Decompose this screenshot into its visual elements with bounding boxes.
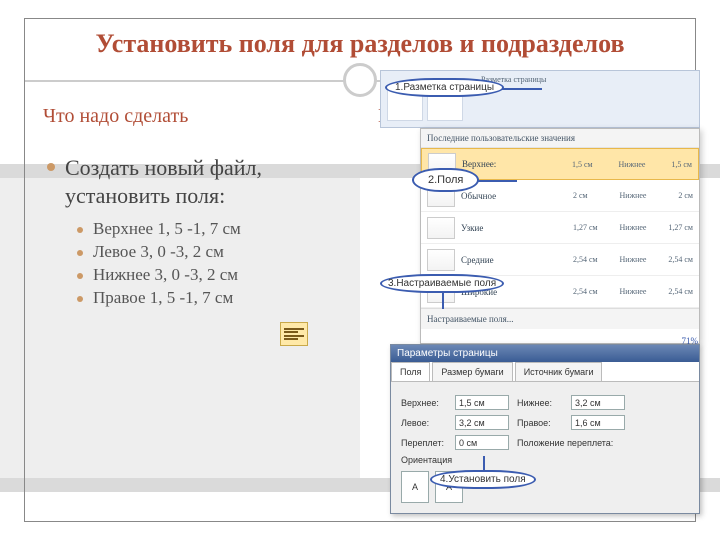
list-item: Левое 3, 0 -3, 2 см xyxy=(77,242,342,262)
main-bullet: Создать новый файл, установить поля: xyxy=(47,154,342,209)
left-heading: Что надо сделать xyxy=(43,105,342,128)
portrait-option[interactable]: A xyxy=(401,471,429,503)
gallery-header: Последние пользовательские значения xyxy=(421,129,699,148)
dialog-tabs: Поля Размер бумаги Источник бумаги xyxy=(391,362,699,382)
list-item: Правое 1, 5 -1, 7 см xyxy=(77,288,342,308)
slide-title: Установить поля для разделов и подраздел… xyxy=(25,19,695,63)
margin-list: Верхнее 1, 5 -1, 7 см Левое 3, 0 -3, 2 с… xyxy=(77,219,342,308)
top-margin-input[interactable]: 1,5 см xyxy=(455,395,509,410)
gallery-row: Узкие1,27 смНижнее1,27 см xyxy=(421,212,699,244)
gutter-input[interactable]: 0 см xyxy=(455,435,509,450)
callout-step-4: 4.Установить поля xyxy=(430,470,536,489)
tab-fields[interactable]: Поля xyxy=(391,362,430,381)
margins-gallery[interactable]: Последние пользовательские значения Верх… xyxy=(420,128,700,344)
justify-align-icon xyxy=(280,322,308,346)
custom-margins-item[interactable]: Настраиваемые поля... xyxy=(421,308,699,329)
right-margin-input[interactable]: 1,6 см xyxy=(571,415,625,430)
left-margin-input[interactable]: 3,2 см xyxy=(455,415,509,430)
callout-step-1: 1.Разметка страницы xyxy=(385,78,504,97)
orientation-label: Ориентация xyxy=(401,455,689,465)
left-column: Что надо сделать Создать новый файл, уст… xyxy=(25,97,360,311)
list-item: Нижнее 3, 0 -3, 2 см xyxy=(77,265,342,285)
dialog-title: Параметры страницы xyxy=(391,345,699,362)
bottom-margin-input[interactable]: 3,2 см xyxy=(571,395,625,410)
list-item: Верхнее 1, 5 -1, 7 см xyxy=(77,219,342,239)
zoom-indicator: 71% xyxy=(682,336,699,346)
callout-step-3: 3.Настраиваемые поля xyxy=(380,274,504,293)
bullet-icon xyxy=(47,163,55,171)
tab-paper[interactable]: Размер бумаги xyxy=(432,362,512,381)
gallery-row: Средние2,54 смНижнее2,54 см xyxy=(421,244,699,276)
callout-step-2: 2.Поля xyxy=(412,168,479,192)
tab-source[interactable]: Источник бумаги xyxy=(515,362,603,381)
page-setup-dialog: Параметры страницы Поля Размер бумаги Ис… xyxy=(390,344,700,514)
